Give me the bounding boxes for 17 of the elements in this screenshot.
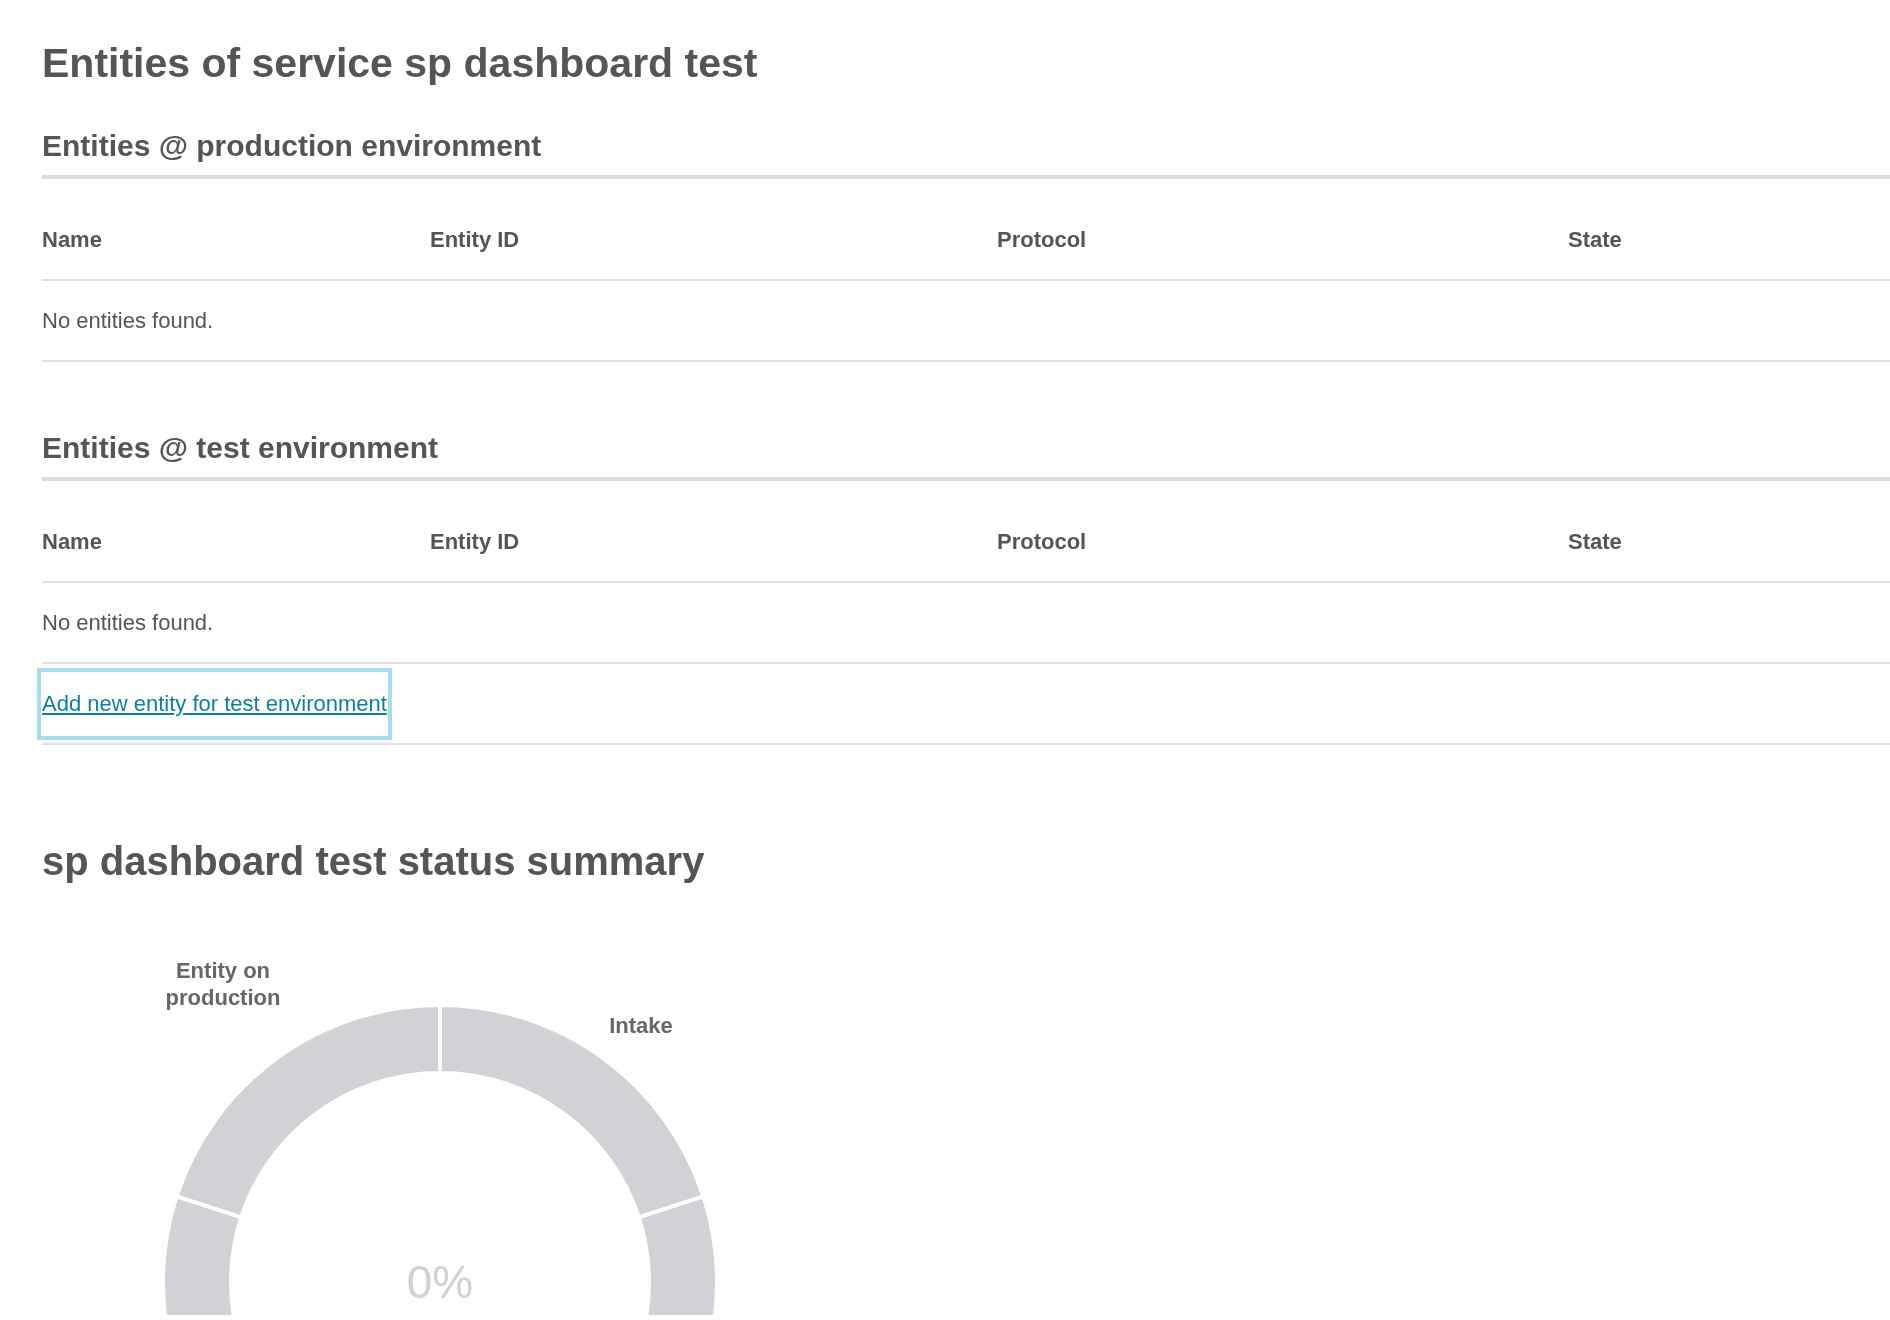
empty-message: No entities found. (42, 609, 214, 637)
column-header: Protocol (997, 528, 1087, 554)
section-heading: Entities @ production environment (42, 128, 542, 162)
summary-heading: sp dashboard test status summary (42, 838, 705, 885)
segment-label: Entity on production (165, 958, 281, 1010)
column-header: Entity ID (430, 528, 520, 554)
column-header: State (1568, 226, 1622, 252)
empty-message: No entities found. (42, 307, 214, 335)
column-header: Entity ID (430, 226, 520, 252)
column-header: Protocol (997, 226, 1087, 252)
column-header: State (1568, 528, 1622, 554)
column-header: Name (42, 226, 102, 252)
add-entity-link[interactable]: Add new entity for test environment (37, 667, 392, 740)
segment-label: Intake (609, 1013, 673, 1038)
section-heading: Entities @ test environment (42, 430, 438, 464)
column-header: Name (42, 528, 102, 554)
page-title: Entities of service sp dashboard test (42, 39, 758, 89)
